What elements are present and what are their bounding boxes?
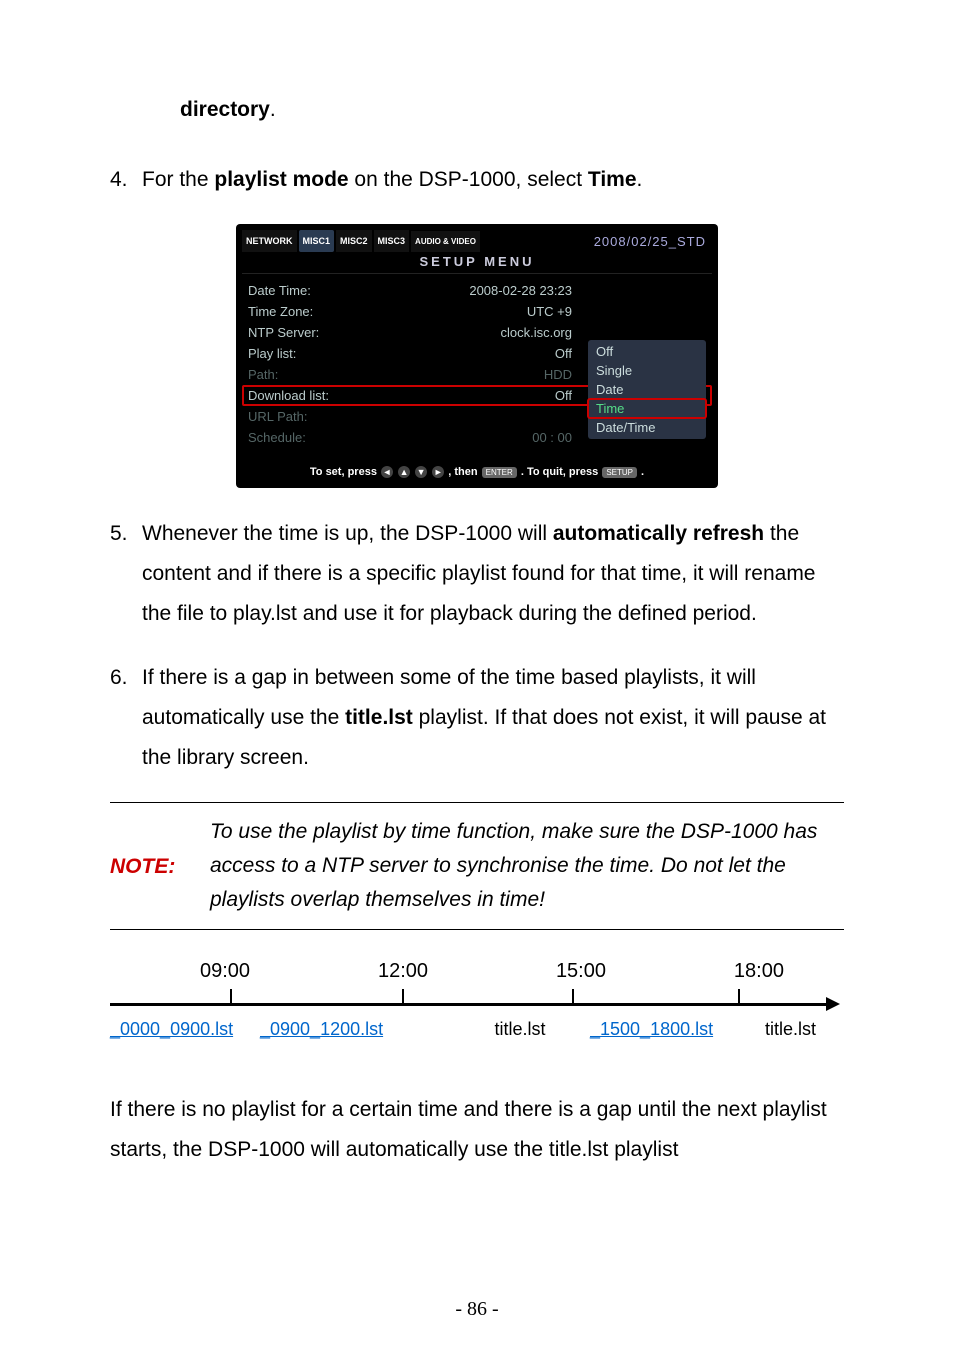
tab-misc2[interactable]: MISC2 [336, 230, 372, 252]
page-number: - 86 - [0, 1298, 954, 1321]
file-link[interactable]: _0900_1200.lst [260, 1019, 450, 1040]
tab-network[interactable]: NETWORK [242, 230, 297, 252]
note-text: To use the playlist by time function, ma… [210, 815, 844, 917]
tick [738, 989, 740, 1003]
time-label: 09:00 [200, 960, 250, 983]
time-label: 15:00 [556, 960, 606, 983]
dropdown-option-single[interactable]: Single [588, 361, 706, 380]
tick [572, 989, 574, 1003]
left-icon: ◄ [381, 466, 393, 478]
file-label: title.lst [450, 1019, 590, 1040]
step-6: 6. If there is a gap in between some of … [110, 658, 844, 778]
step-number: 6. [110, 658, 142, 698]
tab-misc1[interactable]: MISC1 [299, 230, 335, 252]
time-label: 12:00 [378, 960, 428, 983]
bottom-paragraph: If there is no playlist for a certain ti… [110, 1090, 844, 1170]
step-number: 5. [110, 514, 142, 554]
tick [230, 989, 232, 1003]
step-number: 4. [110, 160, 142, 200]
row-time-zone[interactable]: Time Zone: UTC +9 [242, 301, 712, 322]
system-datetime: 2008/02/25_STD [594, 234, 712, 249]
timeline-axis [110, 1003, 826, 1006]
tick [402, 989, 404, 1003]
directory-bold: directory [180, 98, 270, 121]
enter-keycap-icon: ENTER [482, 467, 517, 478]
dropdown-option-datetime[interactable]: Date/Time [588, 418, 706, 437]
down-icon: ▼ [415, 466, 427, 478]
row-date-time[interactable]: Date Time: 2008-02-28 23:23 [242, 280, 712, 301]
tab-audio-video[interactable]: AUDIO & VIDEO [411, 231, 480, 252]
screenshot-footer-hint: To set, press ◄ ▲ ▼ ► , then ENTER . To … [242, 458, 712, 482]
timeline-diagram: 09:00 12:00 15:00 18:00 _0000_0900.lst _… [110, 960, 844, 1070]
file-link[interactable]: _1500_1800.lst [590, 1019, 765, 1040]
step-4: 4. For the playlist mode on the DSP-1000… [110, 160, 844, 200]
tab-misc3[interactable]: MISC3 [374, 230, 410, 252]
note-label: NOTE: [110, 815, 210, 917]
time-label: 18:00 [734, 960, 784, 983]
dropdown-option-off[interactable]: Off [588, 342, 706, 361]
file-link[interactable]: _0000_0900.lst [110, 1019, 260, 1040]
setup-menu-title: SETUP MENU [242, 252, 712, 274]
top-line: directory. [110, 90, 844, 130]
right-icon: ► [432, 466, 444, 478]
setup-menu-screenshot: NETWORK MISC1 MISC2 MISC3 AUDIO & VIDEO … [236, 224, 718, 488]
up-icon: ▲ [398, 466, 410, 478]
playlist-mode-dropdown[interactable]: Off Single Date Time Date/Time [588, 340, 706, 439]
file-label: title.lst [765, 1019, 844, 1040]
step-5: 5. Whenever the time is up, the DSP-1000… [110, 514, 844, 634]
dropdown-option-date[interactable]: Date [588, 380, 706, 399]
setup-keycap-icon: SETUP [602, 467, 637, 478]
note-block: NOTE: To use the playlist by time functi… [110, 802, 844, 930]
arrow-right-icon [826, 997, 840, 1011]
dropdown-option-time[interactable]: Time [588, 399, 706, 418]
